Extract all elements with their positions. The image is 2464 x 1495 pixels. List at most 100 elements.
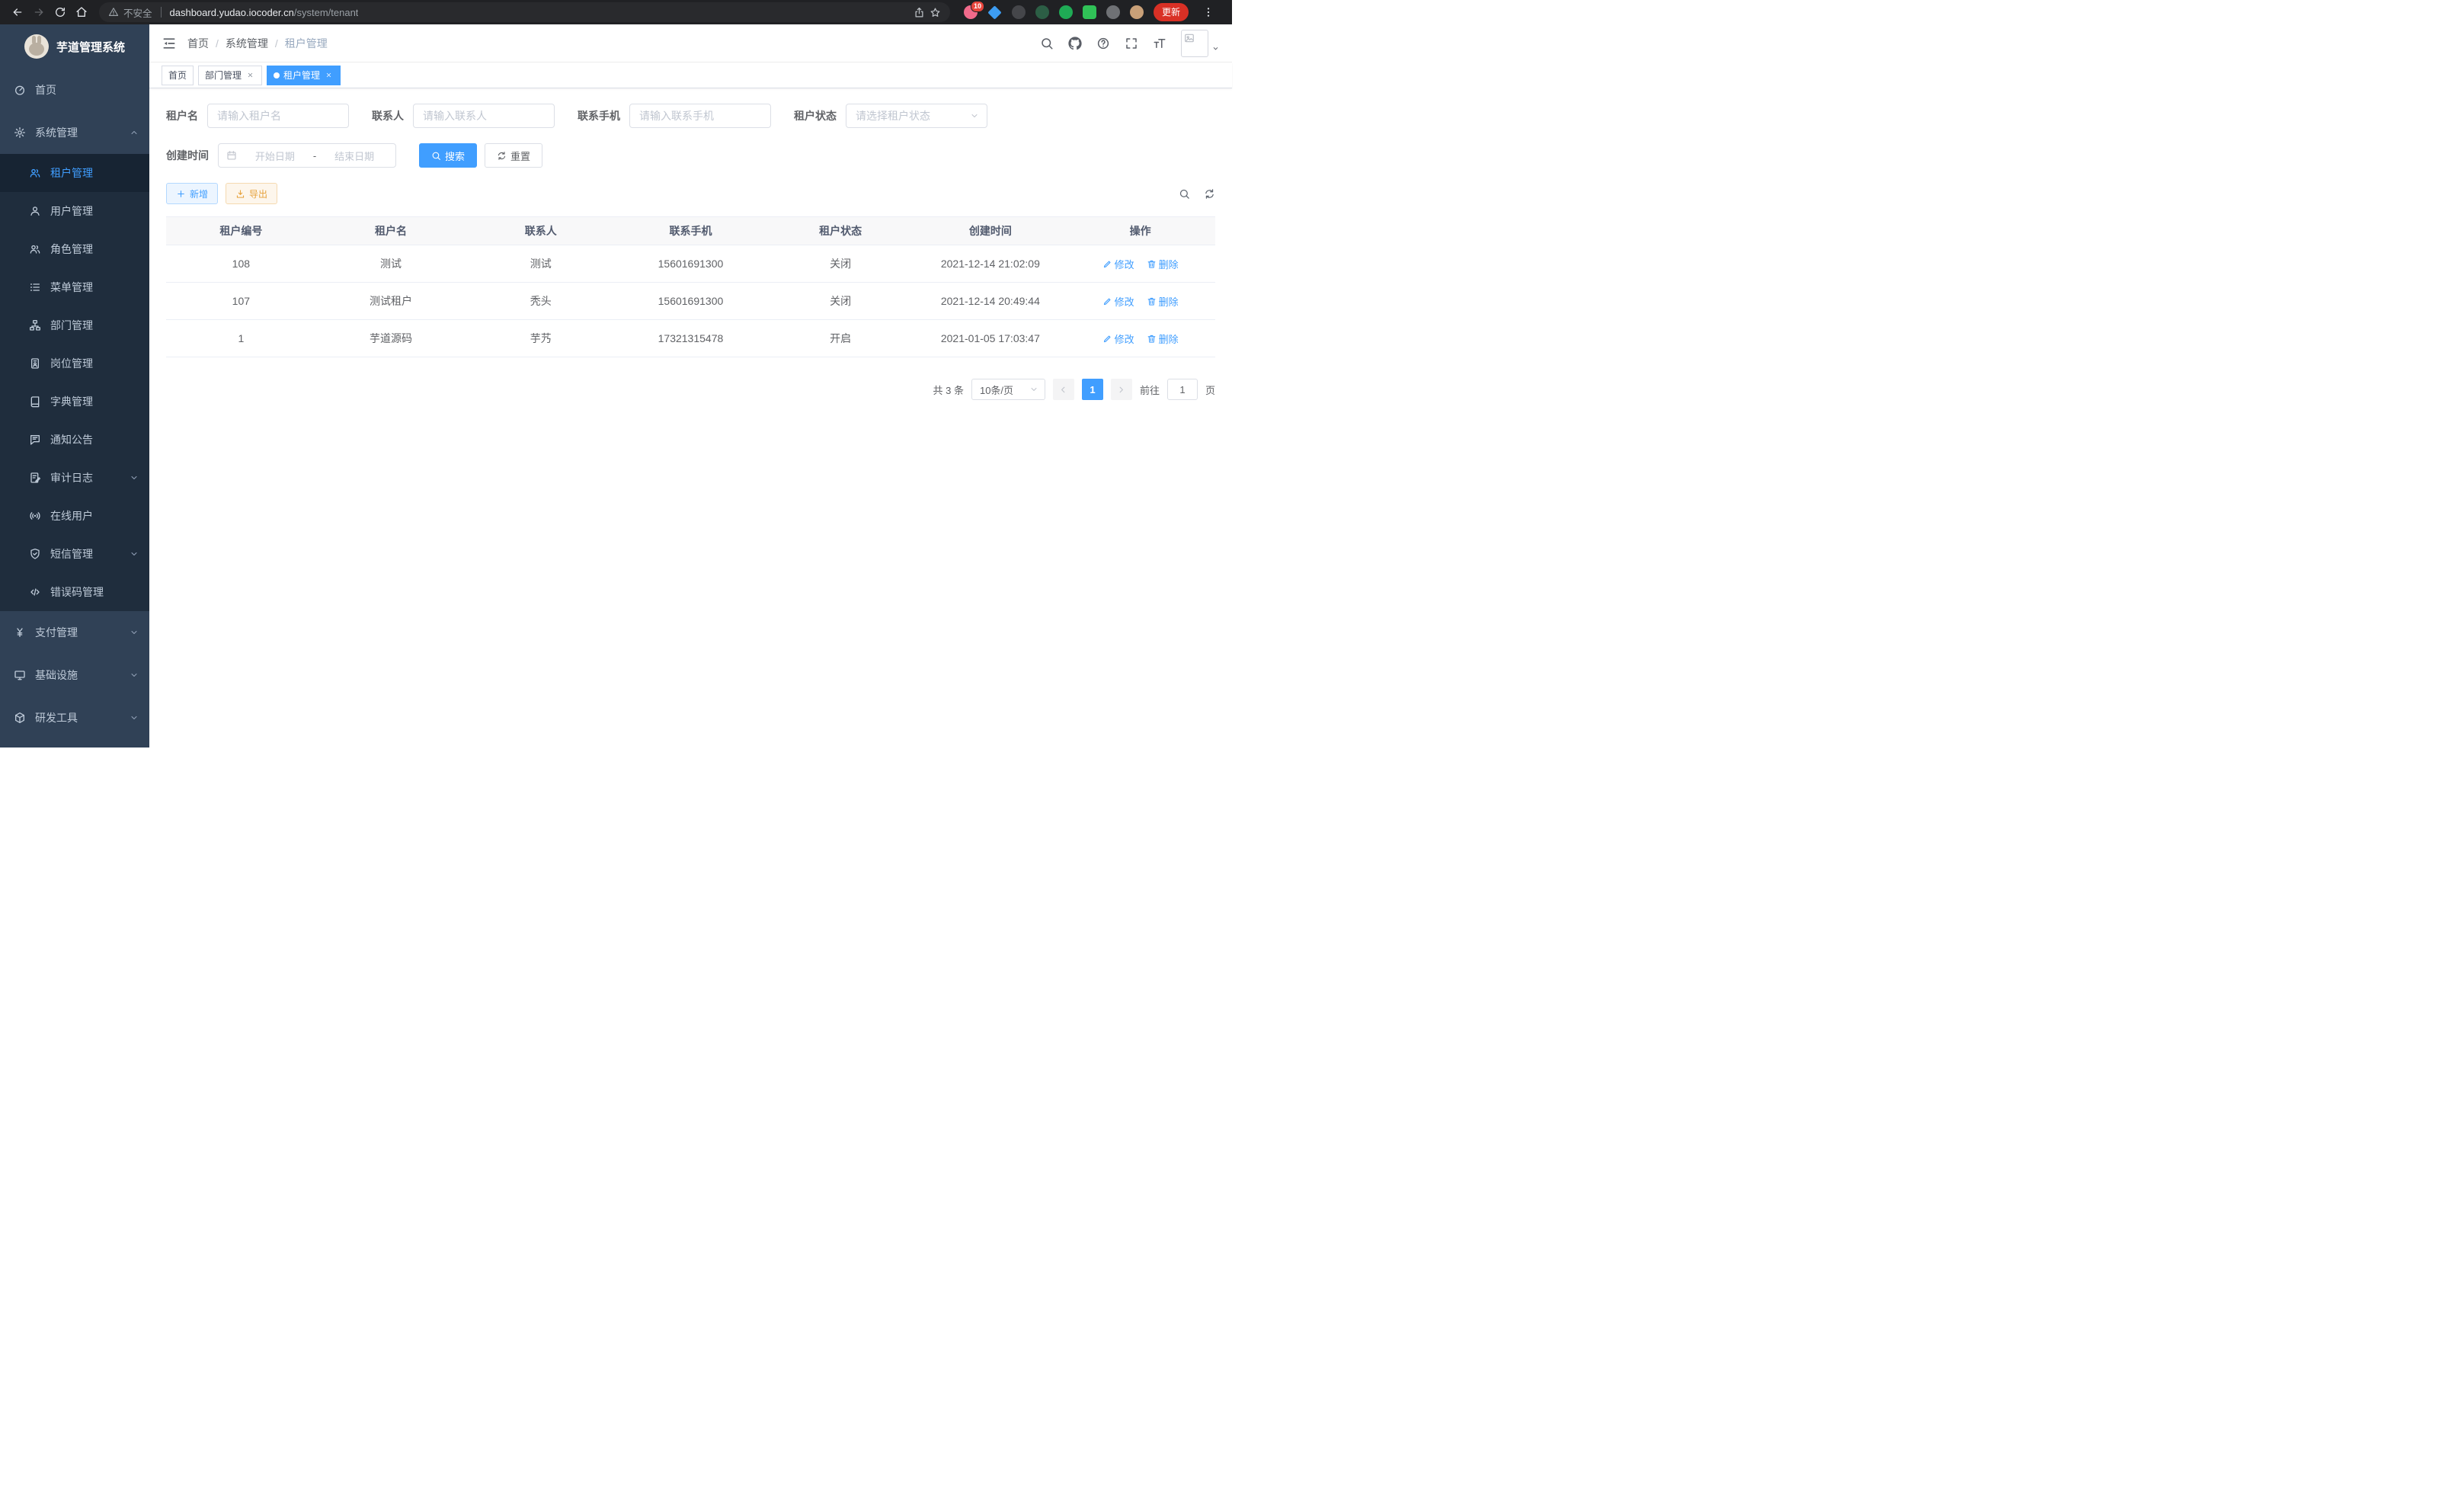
- sidebar: 芋道管理系统 首页 系统管理 租户管理 用户管理 角色管: [0, 24, 149, 748]
- sidebar-item-user[interactable]: 用户管理: [0, 192, 149, 230]
- sidebar-item-home[interactable]: 首页: [0, 69, 149, 111]
- user-icon: [29, 205, 41, 217]
- col-phone: 联系手机: [616, 217, 766, 245]
- page-number-1[interactable]: 1: [1082, 379, 1103, 400]
- home-icon[interactable]: [72, 2, 91, 22]
- page-size-select[interactable]: 10条/页: [971, 379, 1045, 400]
- omnibox-divider: [161, 7, 162, 18]
- search-button[interactable]: 搜索: [419, 143, 477, 168]
- extension-icon-5[interactable]: [1059, 5, 1073, 19]
- export-button[interactable]: 导出: [226, 183, 277, 204]
- prev-page-button[interactable]: [1053, 379, 1074, 400]
- extension-icon-2[interactable]: [987, 5, 1001, 19]
- create-time-label: 创建时间: [166, 148, 209, 163]
- breadcrumb-system[interactable]: 系统管理: [226, 36, 268, 51]
- table-row: 1 芋道源码 芋艿 17321315478 开启 2021-01-05 17:0…: [166, 320, 1215, 357]
- sidebar-item-dev-tools[interactable]: 研发工具: [0, 696, 149, 739]
- sidebar-item-system[interactable]: 系统管理: [0, 111, 149, 154]
- col-actions: 操作: [1065, 217, 1215, 245]
- tab-dept[interactable]: 部门管理: [198, 66, 262, 85]
- extensions-puzzle-icon[interactable]: [1106, 5, 1120, 19]
- goto-page-input[interactable]: [1167, 379, 1198, 400]
- back-icon[interactable]: [8, 2, 27, 22]
- sidebar-item-notice[interactable]: 通知公告: [0, 421, 149, 459]
- start-date-placeholder[interactable]: 开始日期: [242, 149, 309, 163]
- date-range-picker[interactable]: 开始日期 - 结束日期: [218, 143, 396, 168]
- breadcrumb-current: 租户管理: [285, 36, 328, 51]
- tab-home[interactable]: 首页: [162, 66, 194, 85]
- col-status: 租户状态: [766, 217, 916, 245]
- font-size-icon[interactable]: [1153, 37, 1166, 50]
- contact-input[interactable]: [413, 104, 555, 128]
- github-icon[interactable]: [1068, 37, 1082, 50]
- address-bar[interactable]: 不安全 dashboard.yudao.iocoder.cn/system/te…: [99, 2, 950, 22]
- page-url[interactable]: dashboard.yudao.iocoder.cn/system/tenant: [170, 7, 359, 18]
- sidebar-item-error-code[interactable]: 错误码管理: [0, 573, 149, 611]
- box-icon: [14, 712, 26, 724]
- status-select[interactable]: 请选择租户状态: [846, 104, 987, 128]
- security-label[interactable]: 不安全: [123, 5, 152, 20]
- page-content: 租户名 联系人 联系手机 租户状态 请选择租户状态: [149, 88, 1232, 748]
- header-search-icon[interactable]: [1040, 37, 1054, 50]
- sidebar-item-payment[interactable]: 支付管理: [0, 611, 149, 654]
- tenant-name-input[interactable]: [207, 104, 349, 128]
- next-page-button[interactable]: [1111, 379, 1132, 400]
- share-icon[interactable]: [914, 7, 925, 18]
- reload-icon[interactable]: [50, 2, 70, 22]
- close-icon[interactable]: [324, 70, 334, 80]
- bookmark-star-icon[interactable]: [930, 7, 941, 18]
- chevron-down-icon: [130, 549, 139, 559]
- app-title: 芋道管理系统: [56, 39, 125, 55]
- forward-icon[interactable]: [29, 2, 49, 22]
- extension-icon-1[interactable]: 10: [964, 5, 978, 19]
- id-badge-icon: [29, 357, 41, 370]
- mobile-input[interactable]: [629, 104, 771, 128]
- tab-tenant[interactable]: 租户管理: [267, 66, 341, 85]
- user-avatar[interactable]: [1181, 30, 1208, 57]
- tags-view-bar: 首页 部门管理 租户管理: [149, 62, 1232, 88]
- chrome-update-button[interactable]: 更新: [1154, 3, 1189, 21]
- total-count: 共 3 条: [933, 383, 964, 397]
- avatar-caret-icon[interactable]: [1211, 44, 1220, 53]
- sidebar-item-infrastructure[interactable]: 基础设施: [0, 654, 149, 696]
- edit-link[interactable]: 修改: [1102, 331, 1134, 346]
- breadcrumb-home[interactable]: 首页: [187, 36, 209, 51]
- help-icon[interactable]: [1096, 37, 1110, 50]
- delete-link[interactable]: 删除: [1147, 294, 1179, 309]
- extension-icon-4[interactable]: [1035, 5, 1049, 19]
- not-secure-warning-icon[interactable]: [108, 7, 119, 18]
- refresh-icon[interactable]: [1204, 188, 1215, 200]
- gear-icon: [14, 126, 26, 139]
- sidebar-item-sms[interactable]: 短信管理: [0, 535, 149, 573]
- col-tenant-name: 租户名: [316, 217, 466, 245]
- edit-link[interactable]: 修改: [1102, 257, 1134, 271]
- sidebar-item-dict[interactable]: 字典管理: [0, 383, 149, 421]
- profile-avatar[interactable]: [1130, 5, 1144, 19]
- extension-icon-6[interactable]: [1083, 5, 1096, 19]
- sidebar-item-menu[interactable]: 菜单管理: [0, 268, 149, 306]
- reset-button[interactable]: 重置: [485, 143, 542, 168]
- delete-link[interactable]: 删除: [1147, 257, 1179, 271]
- table-row: 108 测试 测试 15601691300 关闭 2021-12-14 21:0…: [166, 245, 1215, 283]
- book-icon: [29, 395, 41, 408]
- sidebar-item-post[interactable]: 岗位管理: [0, 344, 149, 383]
- list-icon: [29, 281, 41, 293]
- sidebar-item-tenant[interactable]: 租户管理: [0, 154, 149, 192]
- close-icon[interactable]: [245, 70, 255, 80]
- dashboard-icon: [14, 84, 26, 96]
- fullscreen-icon[interactable]: [1125, 37, 1138, 50]
- end-date-placeholder[interactable]: 结束日期: [321, 149, 388, 163]
- add-button[interactable]: 新增: [166, 183, 218, 204]
- edit-link[interactable]: 修改: [1102, 294, 1134, 309]
- sidebar-fold-icon[interactable]: [162, 36, 177, 51]
- delete-link[interactable]: 删除: [1147, 331, 1179, 346]
- toggle-search-icon[interactable]: [1179, 188, 1190, 200]
- extension-icon-3[interactable]: [1012, 5, 1026, 19]
- sidebar-item-online-users[interactable]: 在线用户: [0, 497, 149, 535]
- browser-menu-icon[interactable]: [1198, 2, 1218, 22]
- tenant-table: 租户编号 租户名 联系人 联系手机 租户状态 创建时间 操作 108 测试 测试: [166, 216, 1215, 357]
- sidebar-item-dept[interactable]: 部门管理: [0, 306, 149, 344]
- status-label: 租户状态: [794, 108, 837, 123]
- sidebar-item-role[interactable]: 角色管理: [0, 230, 149, 268]
- sidebar-item-audit-log[interactable]: 审计日志: [0, 459, 149, 497]
